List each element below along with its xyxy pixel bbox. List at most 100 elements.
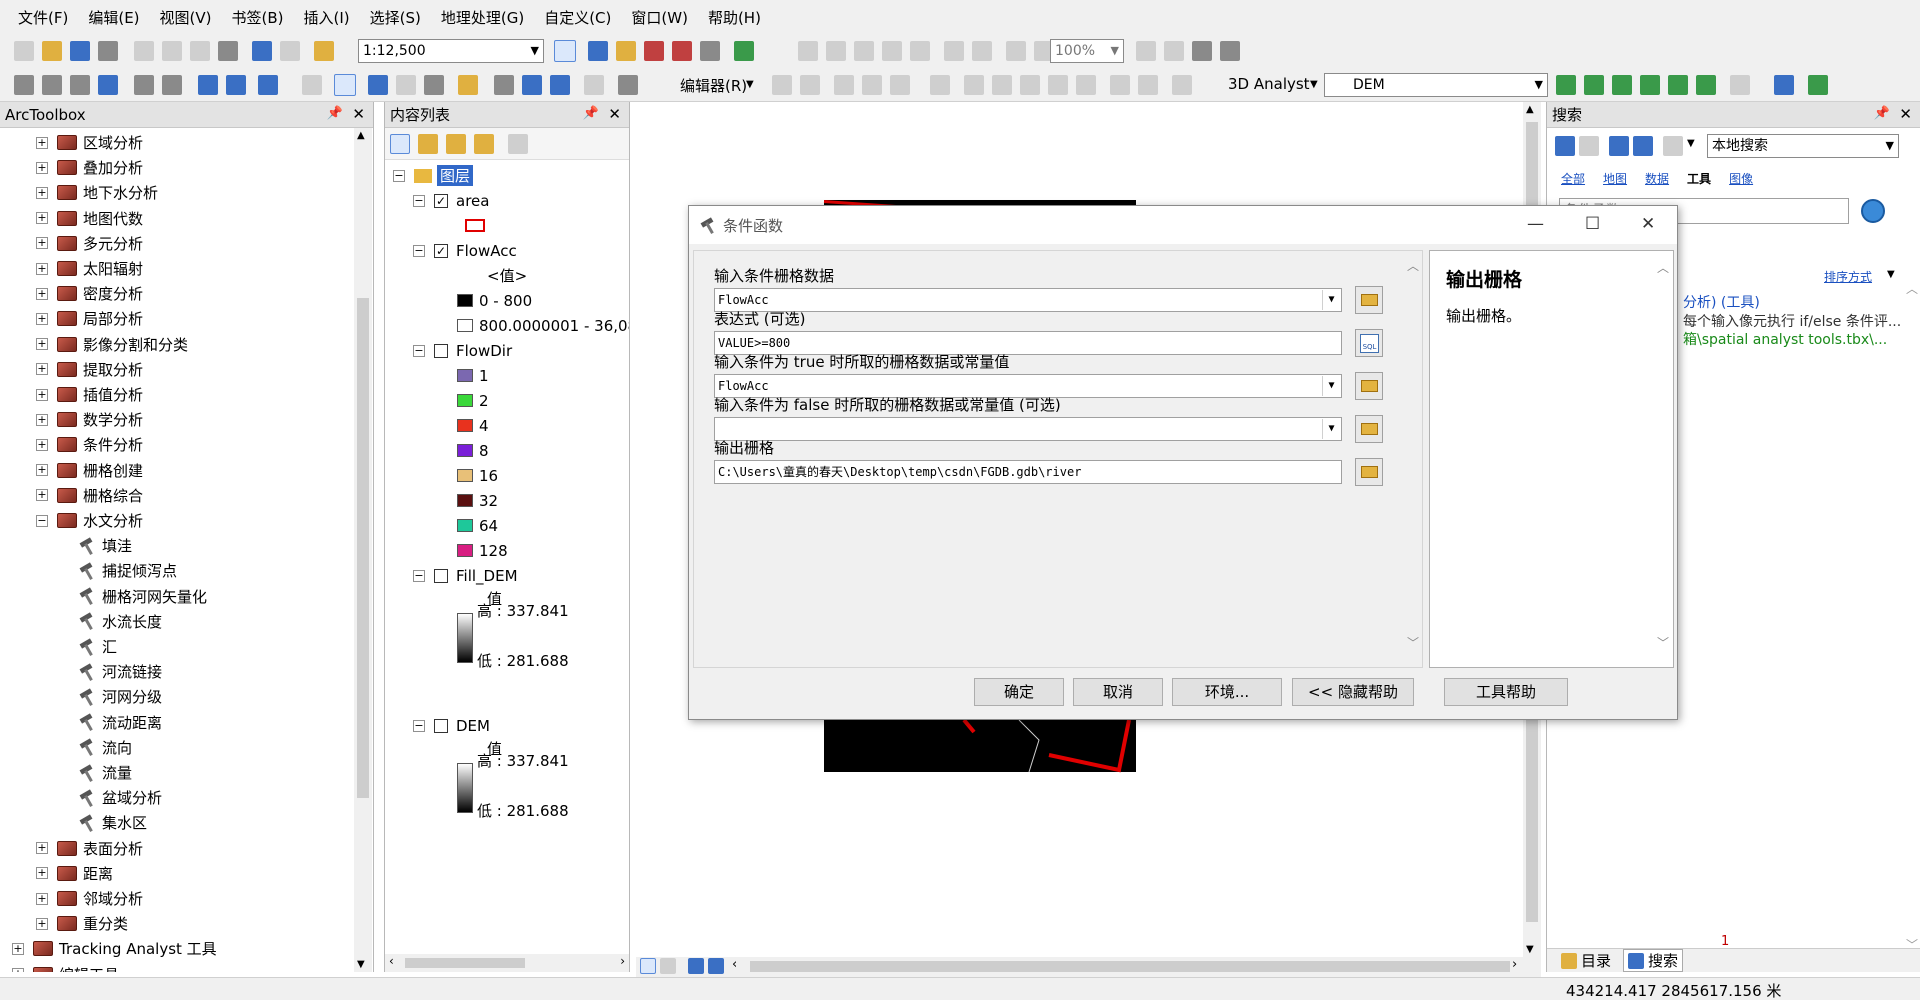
scroll-up-icon[interactable]: ︿ xyxy=(1657,259,1669,276)
toolbox-item[interactable]: + 邻域分析 xyxy=(36,886,143,911)
toolbox-item[interactable]: + 多元分析 xyxy=(36,231,143,256)
scroll-down-icon[interactable]: ▼ xyxy=(357,959,365,970)
refresh-icon[interactable] xyxy=(1633,136,1653,156)
scroll-down-icon[interactable]: ▼ xyxy=(1526,944,1534,955)
toc-layer-flowdir[interactable]: − FlowDir xyxy=(413,338,512,363)
bottom-tab-search[interactable]: 搜索 xyxy=(1623,949,1684,972)
scroll-left-icon[interactable]: ‹ xyxy=(732,957,737,972)
false-raster-combo[interactable]: ▼ xyxy=(714,417,1342,441)
zoom-100-icon[interactable] xyxy=(910,41,930,61)
map-hscroll-thumb[interactable] xyxy=(750,961,1510,972)
previous-extent-icon[interactable] xyxy=(1006,41,1026,61)
copy-icon[interactable] xyxy=(162,41,182,61)
reshape-icon[interactable] xyxy=(992,75,1012,95)
toolbox-item[interactable]: + 距离 xyxy=(36,861,113,886)
arctoolbox-scrollbar[interactable]: ▲ ▼ xyxy=(354,128,372,972)
area-checkbox[interactable]: ✓ xyxy=(434,193,448,208)
menu-selection[interactable]: 选择(S) xyxy=(360,7,431,28)
find-route-icon[interactable] xyxy=(522,75,542,95)
trace-icon[interactable] xyxy=(890,75,910,95)
sort-by-link[interactable]: 排序方式 xyxy=(1824,268,1872,285)
search-window-icon[interactable] xyxy=(644,41,664,61)
pause-drawing-icon[interactable] xyxy=(708,958,724,974)
toolbox-item[interactable]: + 地下水分析 xyxy=(36,180,158,205)
expand-icon[interactable]: + xyxy=(12,942,24,955)
expand-icon[interactable]: + xyxy=(36,464,48,477)
interpolate-point-icon[interactable] xyxy=(1640,75,1660,95)
interpolate-line-icon[interactable] xyxy=(1668,75,1688,95)
edit-annotation-icon[interactable] xyxy=(800,75,820,95)
close-icon[interactable]: ✕ xyxy=(352,105,365,123)
model-builder-icon[interactable] xyxy=(734,41,754,61)
table-of-contents-icon[interactable] xyxy=(588,41,608,61)
expand-icon[interactable]: + xyxy=(36,842,48,855)
false-raster-browse-button[interactable] xyxy=(1355,415,1383,443)
scroll-left-icon[interactable]: ‹ xyxy=(389,954,394,968)
toc-layers-root[interactable]: − 图层 xyxy=(393,163,474,188)
hide-help-button[interactable]: << 隐藏帮助 xyxy=(1292,678,1414,706)
output-raster-browse-button[interactable] xyxy=(1355,458,1383,486)
in-raster-combo[interactable]: FlowAcc ▼ xyxy=(714,288,1342,312)
toolbox-item[interactable]: + 提取分析 xyxy=(36,357,143,382)
minimize-icon[interactable]: — xyxy=(1527,214,1544,234)
toolbox-item[interactable]: + 区域分析 xyxy=(36,130,143,155)
clear-selection-icon[interactable] xyxy=(302,75,322,95)
expand-icon[interactable]: + xyxy=(36,312,48,325)
scroll-thumb[interactable] xyxy=(357,298,369,798)
hyperlink-icon[interactable] xyxy=(396,75,416,95)
bottom-tab-catalog[interactable]: 目录 xyxy=(1557,950,1615,971)
scroll-down-icon[interactable]: ﹀ xyxy=(1407,634,1419,651)
chevron-down-icon[interactable]: ▼ xyxy=(1887,269,1895,280)
layer-select-combo[interactable]: DEM ▼ xyxy=(1324,73,1548,97)
close-icon[interactable]: ✕ xyxy=(1641,214,1655,234)
map-scale-combo[interactable]: 1:12,500 ▼ xyxy=(358,39,544,63)
print-icon[interactable] xyxy=(98,41,118,61)
toolbox-tool-item[interactable]: 流量 xyxy=(78,760,132,785)
redo-icon[interactable] xyxy=(280,41,300,61)
straight-segment-icon[interactable] xyxy=(834,75,854,95)
chevron-down-icon[interactable]: ▼ xyxy=(1687,138,1695,149)
expand-icon[interactable]: + xyxy=(36,186,48,199)
expand-icon[interactable]: + xyxy=(36,489,48,502)
toolbox-item[interactable]: + 数学分析 xyxy=(36,407,143,432)
search-tab-all[interactable]: 全部 xyxy=(1561,170,1585,187)
layout-pan-icon[interactable] xyxy=(854,41,874,61)
in-raster-browse-button[interactable] xyxy=(1355,286,1383,314)
search-tab-images[interactable]: 图像 xyxy=(1729,170,1753,187)
toolbox-tool-item[interactable]: 捕捉倾泻点 xyxy=(78,558,177,583)
catalog-icon[interactable] xyxy=(616,41,636,61)
save-icon[interactable] xyxy=(70,41,90,61)
toolbox-tool-item[interactable]: 盆域分析 xyxy=(78,785,162,810)
attributes-icon[interactable] xyxy=(1110,75,1130,95)
toolbox-item[interactable]: + 局部分析 xyxy=(36,306,143,331)
parameters-scrollbar[interactable]: ︿ ﹀ xyxy=(1404,251,1422,667)
fill-dem-checkbox[interactable] xyxy=(434,568,448,583)
scroll-thumb[interactable] xyxy=(405,958,525,968)
forward-arrow-icon[interactable] xyxy=(226,75,246,95)
refresh-icon[interactable] xyxy=(688,958,704,974)
toolbox-item[interactable]: + 栅格创建 xyxy=(36,458,143,483)
toolbox-item[interactable]: + 叠加分析 xyxy=(36,155,143,180)
cancel-button[interactable]: 取消 xyxy=(1073,678,1163,706)
toggle-draft-mode-icon[interactable] xyxy=(1136,41,1156,61)
toolbox-item[interactable]: + 条件分析 xyxy=(36,432,143,457)
search-vscrollbar[interactable]: ︿ ﹀ xyxy=(1903,150,1920,955)
line-of-sight-icon[interactable] xyxy=(1612,75,1632,95)
zoom-in-icon[interactable] xyxy=(14,75,34,95)
toolbox-item[interactable]: + 编辑工具 xyxy=(12,962,119,972)
delete-icon[interactable] xyxy=(218,41,238,61)
data-view-icon[interactable] xyxy=(640,958,656,974)
search-result-title[interactable]: 分析) (工具) xyxy=(1683,292,1760,312)
toc-layer-flowacc[interactable]: − ✓ FlowAcc xyxy=(413,238,517,263)
fixed-zoom-in-arrows-icon[interactable] xyxy=(134,75,154,95)
toolbox-item[interactable]: + Tracking Analyst 工具 xyxy=(12,936,217,961)
expand-icon[interactable]: + xyxy=(36,136,48,149)
toolbox-item[interactable]: − 水文分析 xyxy=(36,508,143,533)
add-data-icon[interactable] xyxy=(314,41,334,61)
toc-layer-area[interactable]: − ✓ area xyxy=(413,188,489,213)
layout-zoom-in-icon[interactable] xyxy=(798,41,818,61)
toolbox-tool-item[interactable]: 流动距离 xyxy=(78,710,162,735)
expand-icon[interactable]: + xyxy=(36,363,48,376)
toolbox-item[interactable]: + 重分类 xyxy=(36,911,128,936)
search-magnifier-icon[interactable] xyxy=(1861,199,1885,223)
